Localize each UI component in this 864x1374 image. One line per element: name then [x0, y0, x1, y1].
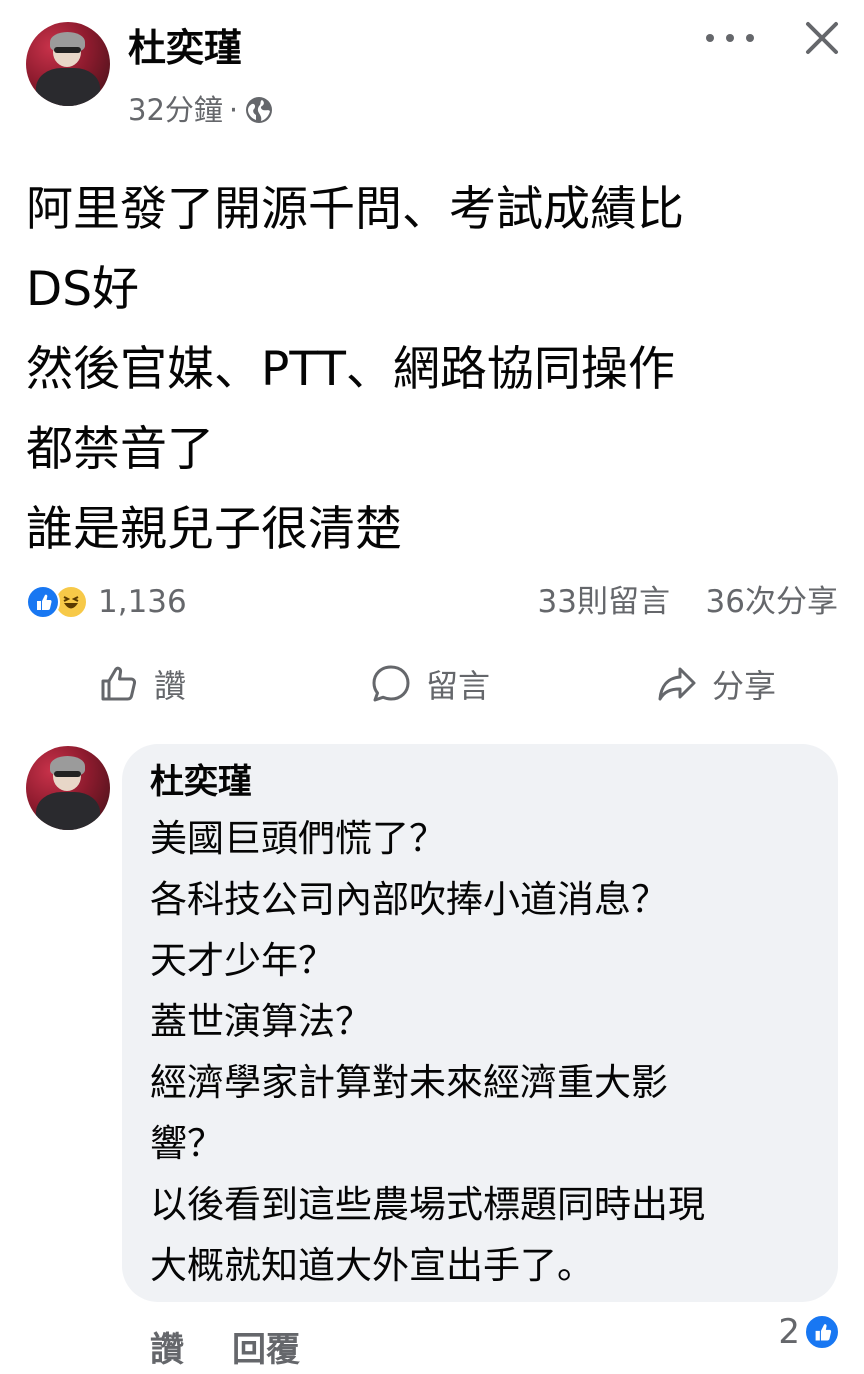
comment-reply-button[interactable]: 回覆 [232, 1322, 300, 1371]
comment-text-line: 以後看到這些農場式標題同時出現 [150, 1183, 705, 1226]
comment-text-line: 天才少年？ [150, 939, 335, 982]
post-meta: 32分鐘 · [128, 90, 274, 130]
comment-text-line: 響？ [150, 1122, 224, 1165]
post-text-line: 都禁音了 [26, 422, 214, 477]
share-button-label: 分享 [712, 667, 777, 705]
post-text-line: DS好 [26, 262, 140, 317]
like-reaction-icon [804, 1314, 840, 1350]
more-options-icon[interactable] [706, 22, 754, 54]
share-count-link[interactable]: 36次分享 [706, 584, 838, 620]
comment-count-link[interactable]: 33則留言 [538, 584, 670, 620]
comment-text-line: 蓋世演算法？ [150, 1000, 372, 1043]
comment-text-line: 美國巨頭們慌了？ [150, 817, 446, 860]
post-text-line: 誰是親兒子很清楚 [26, 502, 402, 557]
meta-separator: · [228, 93, 239, 127]
author-avatar[interactable] [26, 22, 110, 106]
share-button[interactable]: 分享 [656, 660, 776, 708]
post-author-name[interactable]: 杜奕瑾 [128, 24, 242, 72]
reaction-count: 1,136 [98, 584, 187, 620]
comment-reaction-summary[interactable]: 2 [778, 1312, 840, 1352]
comment-body: 美國巨頭們慌了？ 各科技公司內部吹捧小道消息？ 天才少年？ 蓋世演算法？ 經濟學… [150, 808, 820, 1296]
comment-button[interactable]: 留言 [370, 660, 490, 708]
like-button-label: 讚 [154, 667, 187, 705]
comment-like-button[interactable]: 讚 [150, 1322, 184, 1371]
comment-text-line: 大概就知道大外宣出手了。 [150, 1244, 594, 1287]
comment-text-line: 各科技公司內部吹捧小道消息？ [150, 878, 668, 921]
like-reaction-icon [26, 585, 60, 619]
post-body: 阿里發了開源千問、考試成績比 DS好 然後官媒、PTT、網路協同操作 都禁音了 … [26, 170, 846, 570]
post-text-line: 阿里發了開源千問、考試成績比 [26, 182, 684, 237]
post-time[interactable]: 32分鐘 [128, 90, 223, 130]
like-button[interactable]: 讚 [98, 660, 186, 708]
commenter-avatar[interactable] [26, 746, 110, 830]
comment-bubble-icon [372, 665, 410, 702]
post-text-line: 然後官媒、PTT、網路協同操作 [26, 342, 675, 397]
globe-icon [244, 95, 274, 125]
comment-reaction-count: 2 [778, 1312, 800, 1352]
comment-text-line: 經濟學家計算對未來經濟重大影 [150, 1061, 668, 1104]
comment-author-name[interactable]: 杜奕瑾 [150, 760, 252, 804]
thumbs-up-icon [101, 666, 137, 701]
share-arrow-icon [658, 667, 696, 701]
comment-button-label: 留言 [426, 667, 491, 705]
close-icon[interactable] [802, 18, 842, 58]
reaction-summary[interactable]: 1,136 [26, 584, 187, 620]
